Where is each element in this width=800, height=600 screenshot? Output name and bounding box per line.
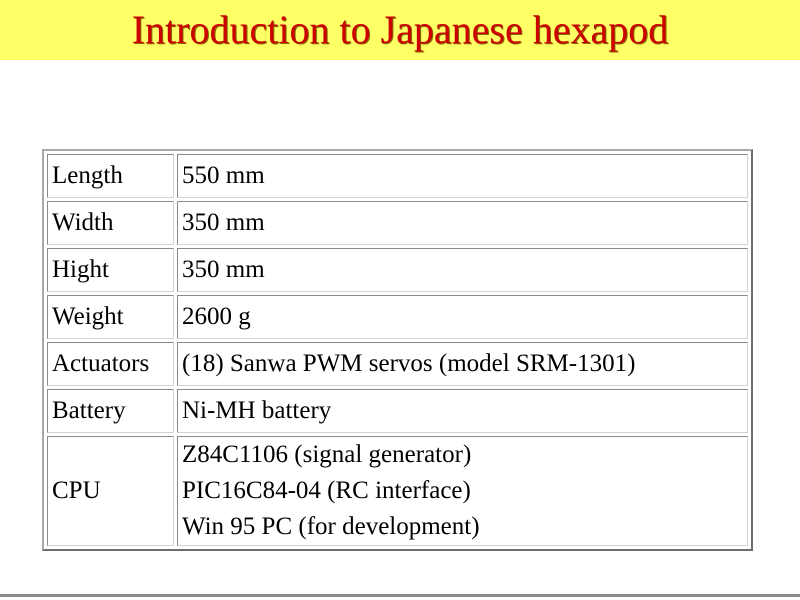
cpu-line: Z84C1106 (signal generator) bbox=[182, 441, 472, 468]
spec-value: (18) Sanwa PWM servos (model SRM-1301) bbox=[177, 342, 748, 386]
spec-label: CPU bbox=[47, 436, 174, 546]
title-bar: Introduction to Japanese hexapod bbox=[0, 0, 800, 60]
slide-title: Introduction to Japanese hexapod bbox=[131, 7, 669, 52]
spec-label: Hight bbox=[47, 248, 174, 292]
table-row: Length 550 mm bbox=[47, 154, 748, 198]
spec-value: 550 mm bbox=[177, 154, 748, 198]
spec-label: Length bbox=[47, 154, 174, 198]
spec-value: Ni-MH battery bbox=[177, 389, 748, 433]
table-row: Hight 350 mm bbox=[47, 248, 748, 292]
table-row: Weight 2600 g bbox=[47, 295, 748, 339]
table-row: Width 350 mm bbox=[47, 201, 748, 245]
table-row: CPU Z84C1106 (signal generator) PIC16C84… bbox=[47, 436, 748, 546]
spec-label: Width bbox=[47, 201, 174, 245]
cpu-line: PIC16C84-04 (RC interface) bbox=[182, 477, 471, 504]
slide: Introduction to Japanese hexapod Length … bbox=[0, 0, 800, 600]
table-row: Battery Ni-MH battery bbox=[47, 389, 748, 433]
spec-label: Actuators bbox=[47, 342, 174, 386]
bottom-divider bbox=[0, 594, 800, 597]
spec-value: 350 mm bbox=[177, 201, 748, 245]
spec-value: 2600 g bbox=[177, 295, 748, 339]
spec-value: Z84C1106 (signal generator) PIC16C84-04 … bbox=[177, 436, 748, 546]
cpu-line: Win 95 PC (for development) bbox=[182, 513, 480, 540]
spec-label: Weight bbox=[47, 295, 174, 339]
table-row: Actuators (18) Sanwa PWM servos (model S… bbox=[47, 342, 748, 386]
spec-label: Battery bbox=[47, 389, 174, 433]
spec-value: 350 mm bbox=[177, 248, 748, 292]
spec-table: Length 550 mm Width 350 mm Hight 350 mm … bbox=[42, 149, 753, 551]
